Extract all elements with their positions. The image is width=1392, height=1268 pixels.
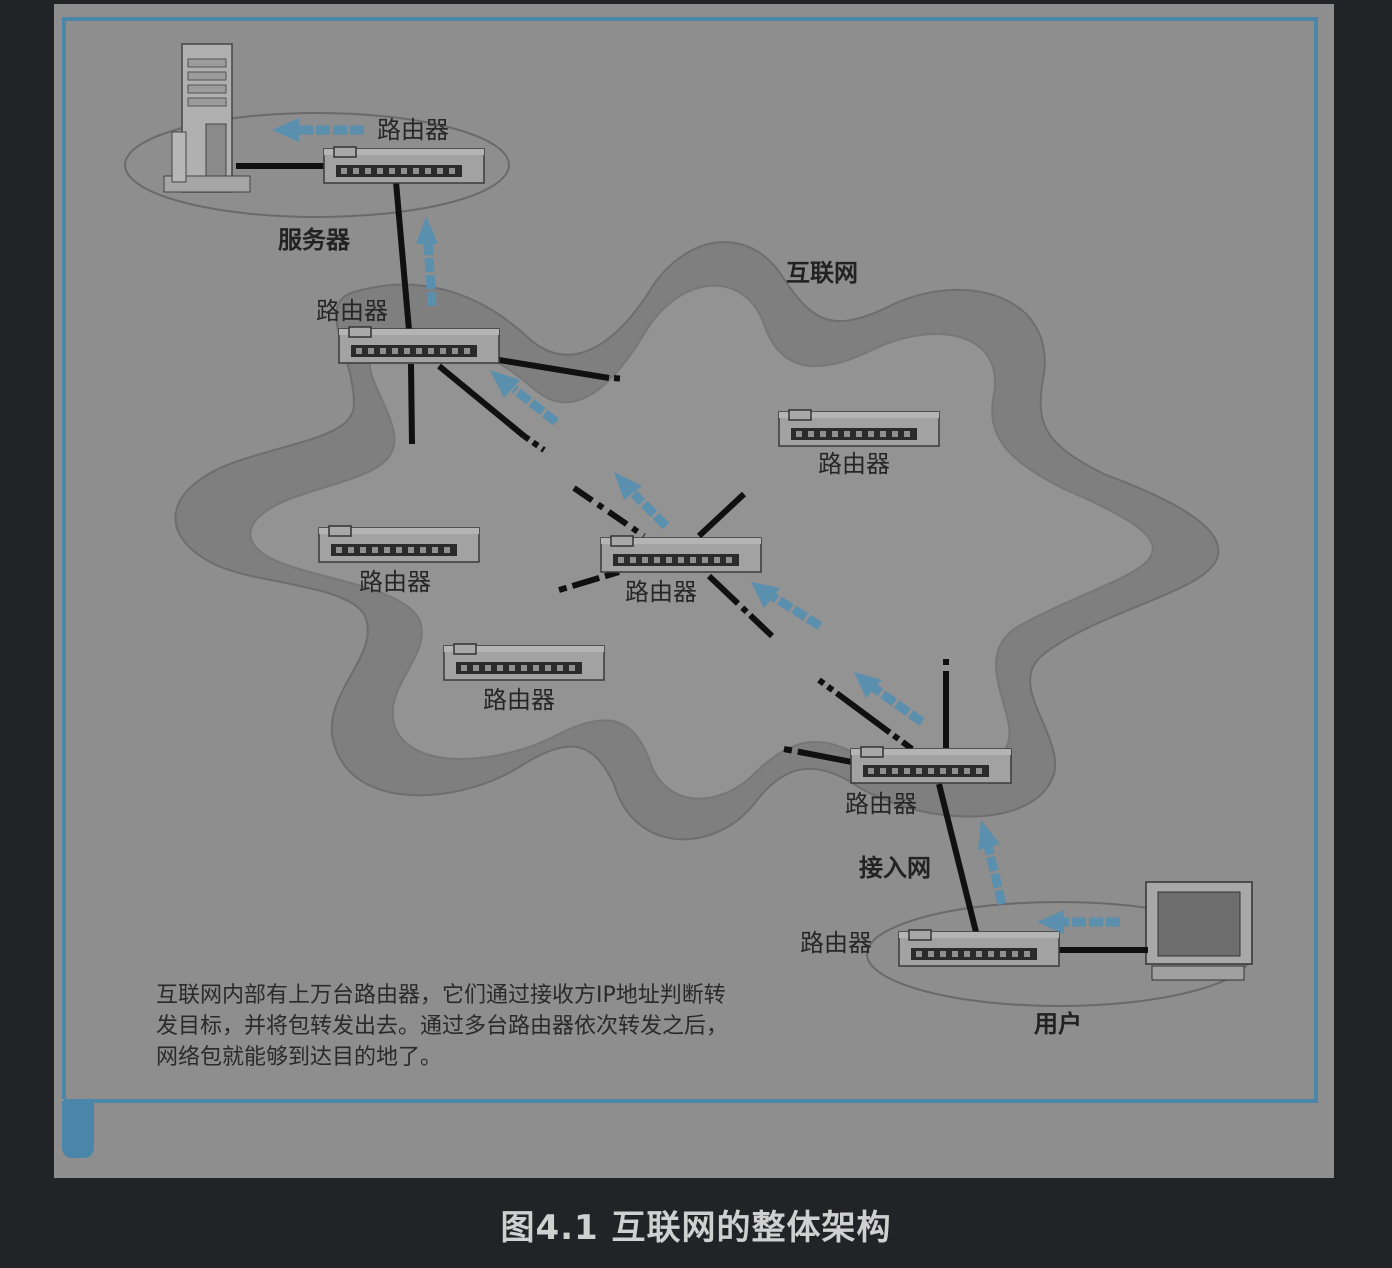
user-label: 用户 <box>1034 1010 1082 1038</box>
router-user-site <box>898 929 1060 967</box>
router-label-user-site: 路由器 <box>800 929 872 957</box>
router-server-site <box>323 146 485 184</box>
router-label-bottom-left: 路由器 <box>483 686 555 714</box>
description-line-1: 互联网内部有上万台路由器，它们通过接收方IP地址判断转 <box>156 983 726 1008</box>
router-bottom-left <box>443 643 605 681</box>
router-label-edge-bottom: 路由器 <box>845 790 917 818</box>
router-center <box>600 535 762 573</box>
router-label-left: 路由器 <box>359 568 431 596</box>
router-right <box>778 409 940 447</box>
figure-caption: 图4.1 互联网的整体架构 <box>500 1208 892 1248</box>
router-label-edge-top: 路由器 <box>316 297 388 325</box>
server-label: 服务器 <box>278 226 351 254</box>
router-label-center: 路由器 <box>625 578 697 606</box>
description-line-2: 发目标，并将包转发出去。通过多台路由器依次转发之后， <box>156 1014 728 1039</box>
internet-label: 互联网 <box>786 259 858 287</box>
description-line-3: 网络包就能够到达目的地了。 <box>156 1045 442 1070</box>
router-edge-bottom <box>850 746 1012 784</box>
router-edge-top <box>338 326 500 364</box>
router-label-server-site: 路由器 <box>377 116 449 144</box>
router-label-right: 路由器 <box>818 450 890 478</box>
diagram-figure: 路由器 服务器 互联网 路由器 路由器 路由器 路由器 路由器 路由器 接入网 … <box>54 4 1334 1178</box>
access-network-label: 接入网 <box>859 854 931 882</box>
router-left <box>318 525 480 563</box>
